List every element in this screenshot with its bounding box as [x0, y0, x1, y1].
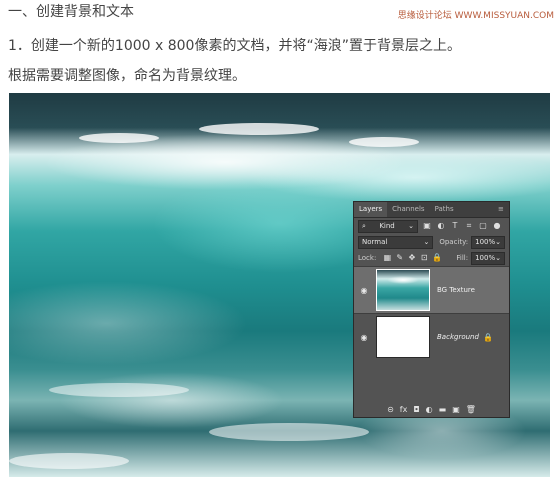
- filter-adjustment-icon[interactable]: ◐: [436, 221, 446, 231]
- layer-row-background[interactable]: ◉ Background 🔒: [354, 313, 509, 360]
- filter-type-icon[interactable]: T: [450, 221, 460, 231]
- lock-label: Lock:: [358, 254, 377, 262]
- trash-icon[interactable]: 🗑: [466, 405, 476, 414]
- instruction-line-1: 1．创建一个新的1000 x 800像素的文档，并将“海浪”置于背景层之上。: [8, 38, 461, 54]
- tab-paths[interactable]: Paths: [430, 202, 459, 217]
- filter-shape-icon[interactable]: ⌗: [464, 221, 474, 231]
- fill-label: Fill:: [456, 254, 469, 262]
- filter-row: ⌕ Kind ⌄ ▣ ◐ T ⌗ ▢ ●: [354, 218, 509, 234]
- chevron-down-icon: ⌄: [495, 237, 501, 246]
- layer-thumbnail-water: [376, 269, 430, 311]
- layer-thumbnail-white: [376, 316, 430, 358]
- filter-toggle-icon[interactable]: ●: [492, 221, 502, 231]
- chevron-down-icon: ⌄: [408, 221, 414, 230]
- opacity-field[interactable]: 100% ⌄: [471, 235, 505, 249]
- wave-foam: [49, 383, 189, 397]
- fx-icon[interactable]: fx: [400, 405, 408, 414]
- filter-pixel-icon[interactable]: ▣: [422, 221, 432, 231]
- visibility-eye-icon[interactable]: ◉: [354, 333, 374, 342]
- layer-name: BG Texture: [437, 286, 475, 294]
- panel-tabs: Layers Channels Paths ≡: [354, 202, 509, 218]
- lock-paint-icon[interactable]: ✎: [396, 253, 404, 263]
- section-heading: 一、创建背景和文本: [8, 4, 134, 20]
- filter-kind-value: Kind: [379, 221, 395, 230]
- filter-smart-object-icon[interactable]: ▢: [478, 221, 488, 231]
- filter-kind-select[interactable]: ⌕ Kind ⌄: [358, 219, 418, 233]
- lock-all-icon[interactable]: 🔒: [432, 253, 442, 263]
- add-mask-icon[interactable]: ◘: [413, 405, 419, 414]
- tab-channels[interactable]: Channels: [387, 202, 429, 217]
- fill-value: 100%: [475, 253, 496, 262]
- lock-artboard-icon[interactable]: ⊡: [420, 253, 428, 263]
- site-watermark: 思缘设计论坛 WWW.MISSYUAN.COM: [397, 11, 554, 21]
- wave-spray: [349, 137, 419, 147]
- fill-field[interactable]: 100% ⌄: [471, 251, 505, 265]
- opacity-label: Opacity:: [439, 238, 469, 246]
- instruction-line-2: 根据需要调整图像，命名为背景纹理。: [8, 68, 246, 84]
- blend-mode-select[interactable]: Normal ⌄: [358, 235, 434, 249]
- layer-row-bg-texture[interactable]: ◉ BG Texture: [354, 266, 509, 313]
- instruction-paragraph: 1．创建一个新的1000 x 800像素的文档，并将“海浪”置于背景层之上。 根…: [8, 31, 556, 91]
- blend-row: Normal ⌄ Opacity: 100% ⌄: [354, 234, 509, 250]
- tab-layers[interactable]: Layers: [354, 202, 388, 217]
- new-layer-icon[interactable]: ▣: [452, 405, 460, 414]
- wave-foam: [9, 453, 129, 469]
- lock-row: Lock: ▦ ✎ ✥ ⊡ 🔒 Fill: 100% ⌄: [354, 250, 509, 266]
- layer-name: Background: [437, 333, 479, 341]
- adjustment-layer-icon[interactable]: ◐: [426, 405, 433, 414]
- panel-footer: ⊝ fx ◘ ◐ ▬ ▣ 🗑: [354, 401, 509, 417]
- panel-menu-icon[interactable]: ≡: [498, 205, 505, 213]
- wave-foam: [209, 423, 369, 441]
- wave-spray: [79, 133, 159, 143]
- chevron-down-icon: ⌄: [495, 253, 501, 262]
- blend-mode-value: Normal: [362, 237, 388, 246]
- wave-spray: [199, 123, 319, 135]
- lock-icon: 🔒: [483, 332, 493, 342]
- lock-move-icon[interactable]: ✥: [408, 253, 416, 263]
- search-icon: ⌕: [362, 221, 366, 230]
- opacity-value: 100%: [475, 237, 496, 246]
- visibility-eye-icon[interactable]: ◉: [354, 286, 374, 295]
- layers-panel: Layers Channels Paths ≡ ⌕ Kind ⌄ ▣ ◐ T ⌗…: [353, 201, 510, 418]
- chevron-down-icon: ⌄: [423, 237, 430, 246]
- link-layers-icon[interactable]: ⊝: [387, 405, 394, 414]
- folder-icon[interactable]: ▬: [439, 405, 447, 414]
- lock-transparent-icon[interactable]: ▦: [383, 253, 392, 263]
